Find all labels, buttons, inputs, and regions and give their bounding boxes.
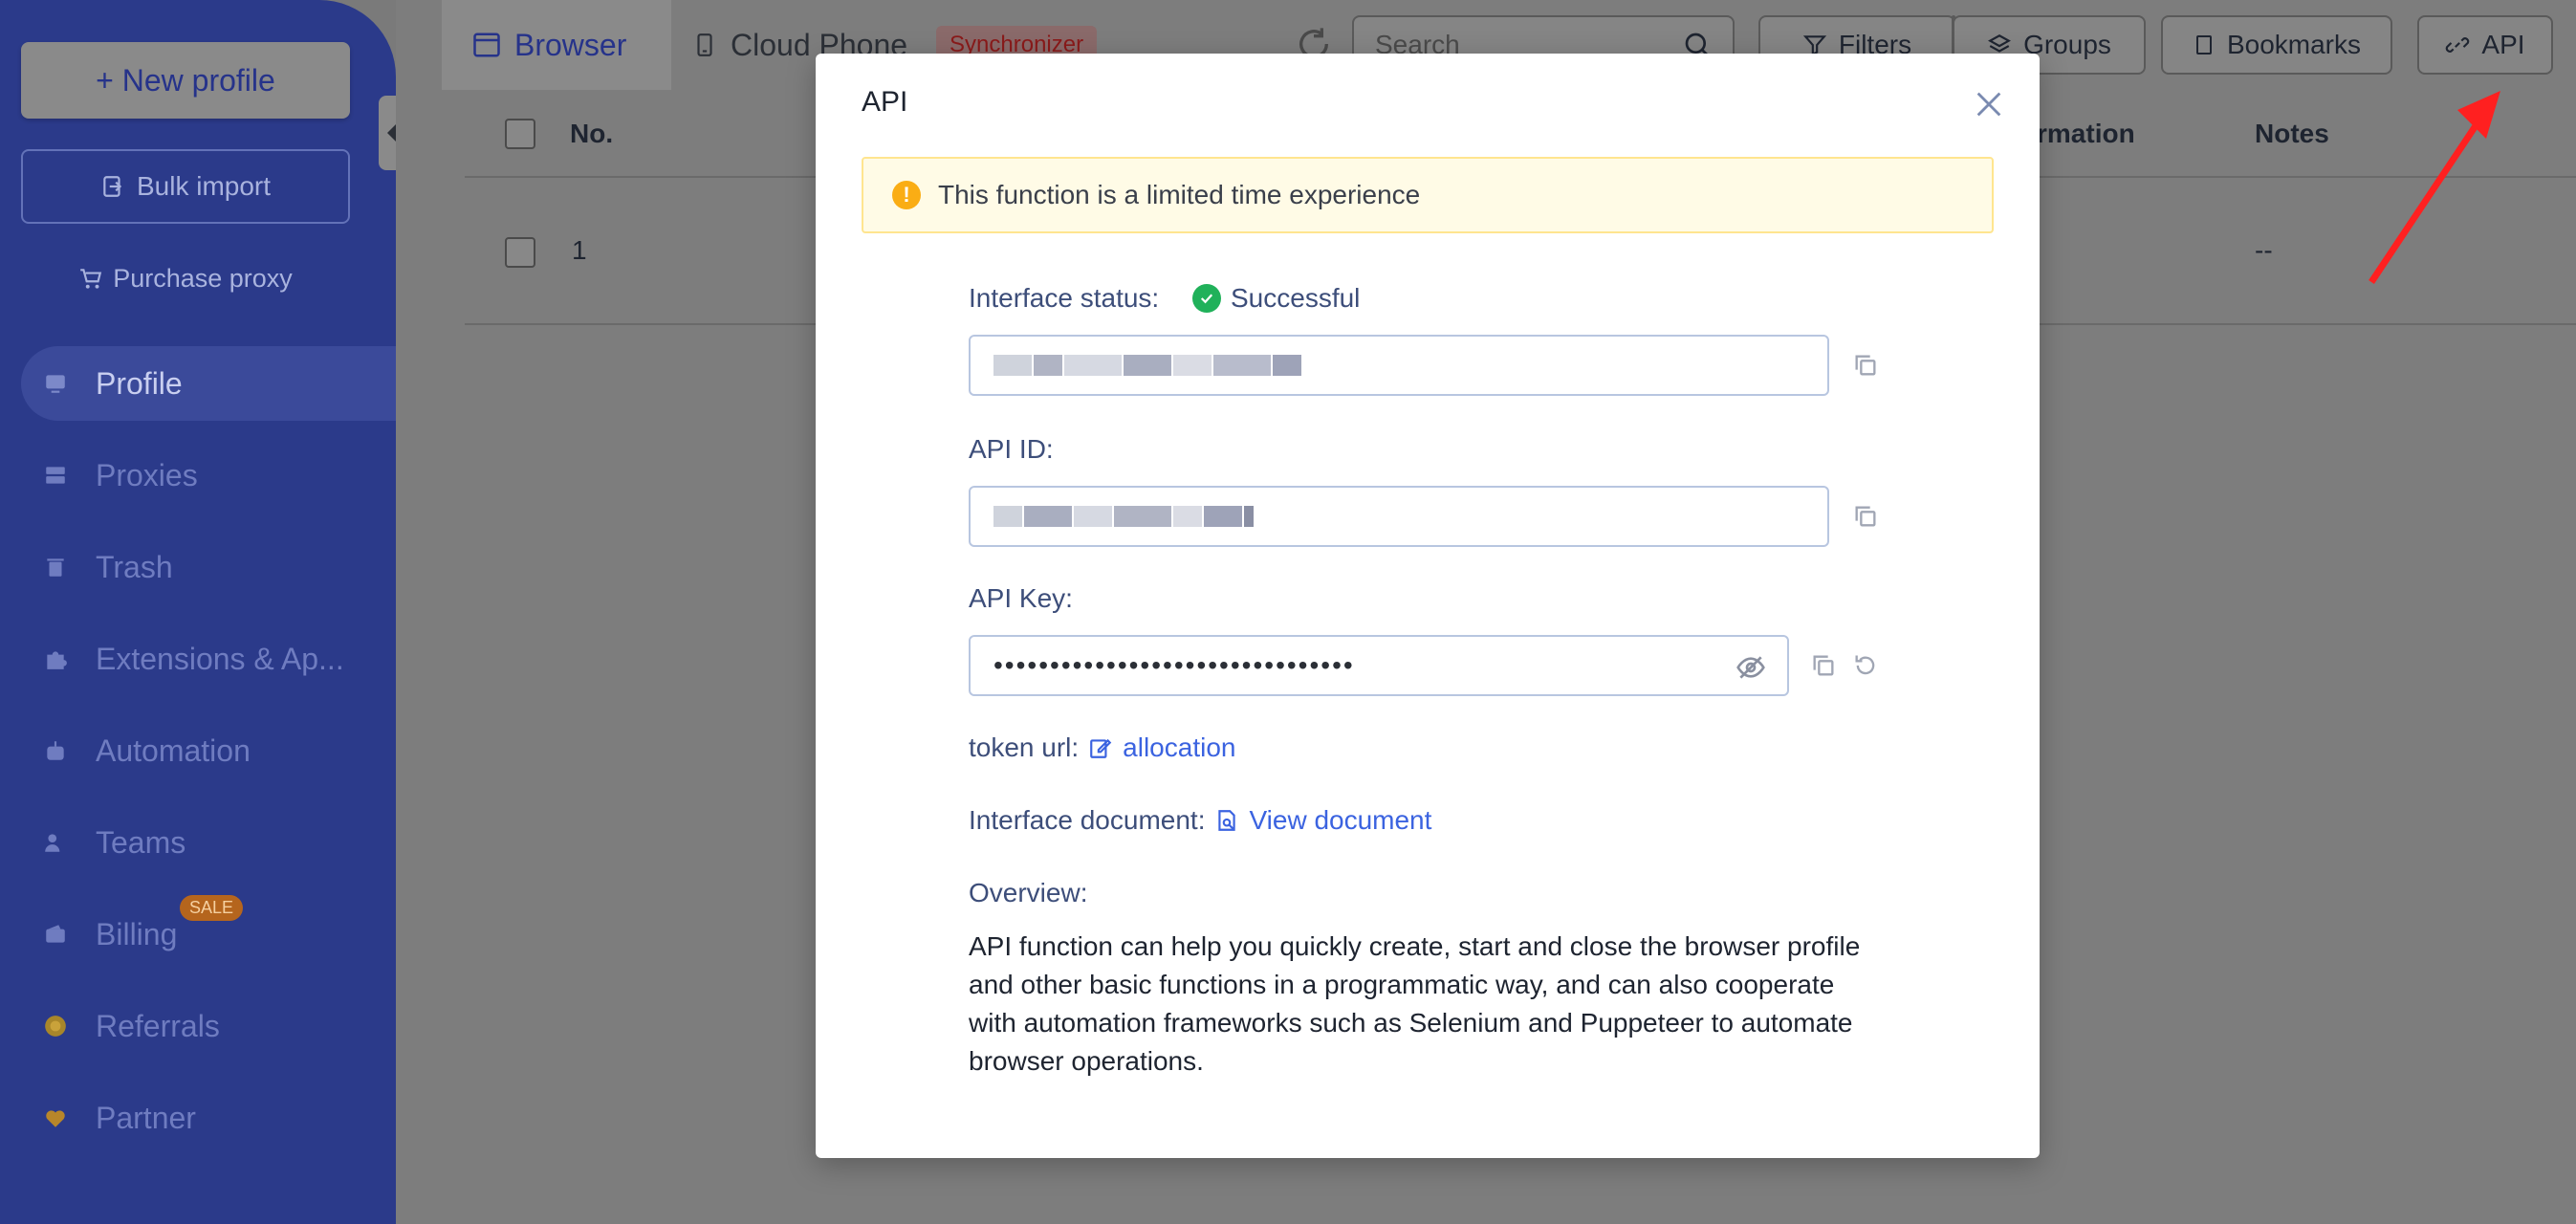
- select-all-checkbox[interactable]: [505, 119, 535, 149]
- copy-icon[interactable]: [1852, 352, 1879, 379]
- heart-icon: [42, 1104, 69, 1131]
- column-no: No.: [570, 119, 614, 148]
- api-id-label: API ID:: [969, 434, 1054, 464]
- eye-off-icon[interactable]: [1736, 652, 1766, 683]
- sale-badge: SALE: [180, 895, 244, 921]
- api-id-field[interactable]: [969, 486, 1829, 547]
- purchase-proxy-link[interactable]: Purchase proxy: [21, 256, 350, 300]
- api-label: API: [2481, 30, 2525, 59]
- robot-icon: [42, 737, 69, 764]
- limited-time-notice: ! This function is a limited time experi…: [862, 157, 1994, 233]
- sidebar-item-label: Profile: [96, 365, 183, 401]
- overview-label: Overview:: [969, 878, 1088, 907]
- annotation-arrow-icon: [2369, 91, 2500, 284]
- users-icon: [42, 829, 69, 856]
- puzzle-icon: [42, 645, 69, 672]
- import-icon: [103, 176, 122, 197]
- blurred-value: [993, 355, 1301, 376]
- tab-browser-label: Browser: [514, 27, 627, 62]
- interface-status: Successful: [1192, 283, 1360, 314]
- allocation-link[interactable]: allocation: [1123, 732, 1235, 763]
- bookmark-icon: [2195, 35, 2212, 55]
- blurred-value: [993, 506, 1254, 527]
- bookmarks-label: Bookmarks: [2226, 30, 2362, 59]
- bookmarks-button[interactable]: Bookmarks: [2161, 15, 2392, 75]
- modal-title: API: [862, 86, 908, 118]
- notice-text: This function is a limited time experien…: [938, 180, 1421, 209]
- copy-icon[interactable]: [1810, 652, 1837, 679]
- cart-icon: [80, 269, 102, 289]
- column-notes: Notes: [2255, 119, 2329, 148]
- browser-icon: [473, 33, 500, 57]
- sidebar-item-label: Trash: [96, 549, 173, 584]
- api-key-label: API Key:: [969, 583, 1073, 613]
- warning-icon: !: [892, 181, 921, 209]
- sidebar-item-label: Automation: [96, 732, 251, 768]
- sidebar-item-label: Referrals: [96, 1008, 220, 1043]
- overview-text: API function can help you quickly create…: [969, 931, 1861, 1076]
- sidebar: + New profile Bulk import Purchase proxy…: [0, 0, 396, 1224]
- interface-document-label: Interface document:: [969, 805, 1206, 835]
- check-circle-icon: [1192, 284, 1221, 313]
- row-no: 1: [572, 235, 587, 265]
- tab-browser[interactable]: Browser: [442, 0, 671, 90]
- proxies-icon: [42, 462, 69, 489]
- coin-icon: [42, 1013, 69, 1039]
- link-icon: [2446, 37, 2470, 53]
- interface-status-value: Successful: [1231, 283, 1361, 313]
- bulk-import-button[interactable]: Bulk import: [21, 149, 350, 224]
- api-button[interactable]: API: [2417, 15, 2553, 75]
- api-key-field[interactable]: ••••••••••••••••••••••••••••••••: [969, 635, 1789, 696]
- api-modal: API ! This function is a limited time ex…: [816, 54, 2040, 1158]
- trash-icon: [42, 554, 69, 580]
- sidebar-item-teams[interactable]: Teams: [21, 805, 396, 880]
- api-key-value: ••••••••••••••••••••••••••••••••: [993, 650, 1355, 680]
- new-profile-label: + New profile: [96, 62, 275, 98]
- wallet-icon: [42, 921, 69, 948]
- interface-status-label: Interface status:: [969, 283, 1160, 313]
- sidebar-item-referrals[interactable]: Referrals: [21, 989, 396, 1063]
- phone-icon: [697, 33, 712, 56]
- sidebar-item-extensions[interactable]: Extensions & Ap...: [21, 622, 396, 696]
- copy-icon[interactable]: [1852, 503, 1879, 530]
- sidebar-item-label: Extensions & Ap...: [96, 641, 344, 676]
- sidebar-item-trash[interactable]: Trash: [21, 530, 396, 604]
- reset-icon[interactable]: [1852, 652, 1879, 679]
- new-profile-button[interactable]: + New profile: [21, 42, 350, 119]
- bulk-import-label: Bulk import: [136, 171, 272, 201]
- view-document-link[interactable]: View document: [1249, 805, 1431, 836]
- sidebar-item-label: Billing: [96, 916, 178, 951]
- sidebar-item-proxies[interactable]: Proxies: [21, 438, 396, 513]
- sidebar-item-label: Partner: [96, 1100, 196, 1135]
- edit-icon[interactable]: [1088, 735, 1113, 760]
- token-url-row: token url: allocation: [969, 732, 1235, 763]
- column-information: rmation: [2037, 119, 2135, 148]
- sidebar-item-label: Teams: [96, 824, 186, 860]
- sidebar-item-profile[interactable]: Profile: [21, 346, 396, 421]
- sidebar-item-label: Proxies: [96, 457, 198, 492]
- row-notes: --: [2255, 235, 2273, 265]
- interface-document-row: Interface document: View document: [969, 805, 1431, 836]
- sidebar-item-partner[interactable]: Partner: [21, 1081, 396, 1155]
- token-url-label: token url:: [969, 732, 1080, 762]
- interface-url-field[interactable]: [969, 335, 1829, 396]
- document-search-icon[interactable]: [1214, 808, 1239, 833]
- close-icon[interactable]: [1973, 88, 2005, 120]
- sidebar-item-automation[interactable]: Automation: [21, 713, 396, 788]
- profile-icon: [42, 370, 69, 397]
- row-checkbox[interactable]: [505, 237, 535, 268]
- purchase-proxy-label: Purchase proxy: [113, 263, 293, 293]
